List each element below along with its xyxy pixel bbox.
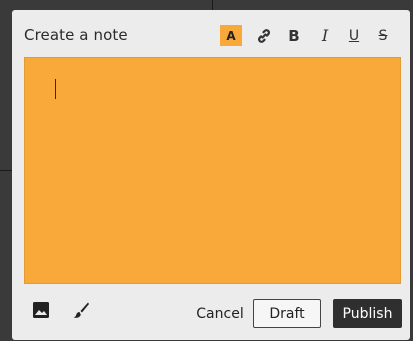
italic-icon: I [321, 26, 329, 45]
strikethrough-icon: S [378, 27, 388, 44]
link-icon [258, 28, 270, 43]
cancel-button[interactable]: Cancel [194, 299, 246, 328]
text-color-button[interactable]: A [220, 25, 242, 46]
create-note-dialog: Create a note A B I U S Cancel Draft Pub… [12, 10, 410, 340]
link-button[interactable] [253, 25, 275, 46]
bold-icon: B [288, 26, 300, 45]
dialog-footer: Cancel Draft Publish [12, 290, 410, 340]
text-cursor [55, 79, 56, 99]
text-color-icon: A [226, 28, 236, 43]
brush-icon [73, 302, 89, 318]
note-text-area[interactable] [24, 57, 401, 284]
underline-button[interactable]: U [343, 25, 365, 46]
dialog-title: Create a note [24, 26, 128, 44]
bold-button[interactable]: B [283, 25, 305, 46]
underline-icon: U [348, 27, 360, 44]
publish-button[interactable]: Publish [333, 299, 402, 328]
note-color-button[interactable] [72, 301, 90, 319]
italic-button[interactable]: I [314, 25, 336, 46]
background-divider [212, 0, 213, 10]
strikethrough-button[interactable]: S [372, 25, 394, 46]
draft-button[interactable]: Draft [253, 299, 321, 328]
background-divider [0, 170, 12, 171]
dialog-pointer [268, 330, 284, 336]
image-icon [33, 302, 49, 318]
dialog-header: Create a note A B I U S [12, 10, 410, 58]
add-image-button[interactable] [32, 301, 50, 319]
